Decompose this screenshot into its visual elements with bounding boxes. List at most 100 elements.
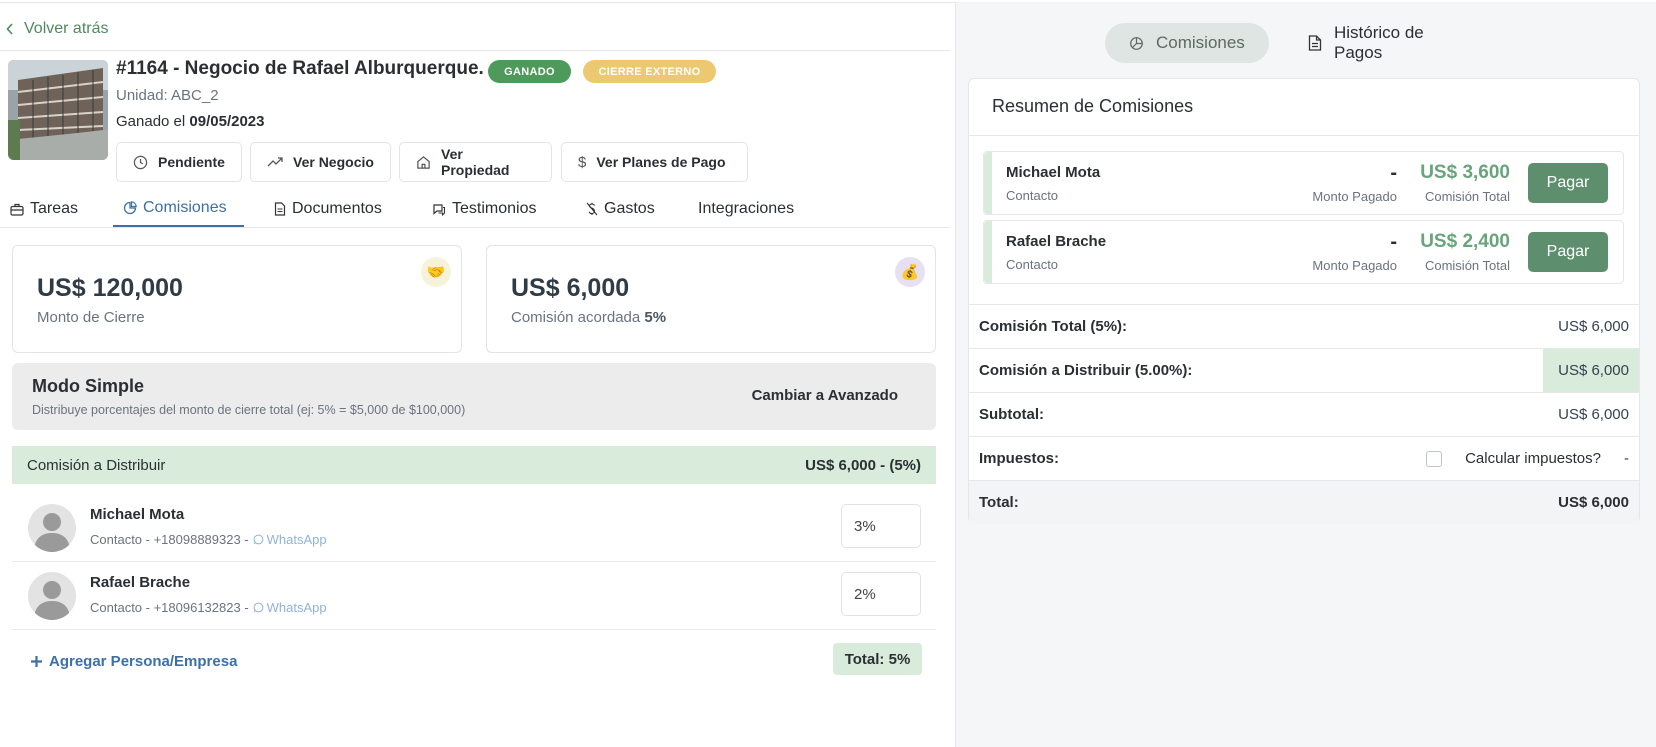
top-divider bbox=[0, 2, 955, 3]
pay-button[interactable]: Pagar bbox=[1528, 232, 1608, 272]
payee-total-label: Comisión Total bbox=[1424, 258, 1510, 273]
total-commission-value: US$ 6,000 bbox=[1558, 318, 1629, 335]
agreed-commission-value: US$ 6,000 bbox=[511, 274, 630, 302]
view-payment-plans-button[interactable]: $ Ver Planes de Pago bbox=[561, 142, 748, 182]
view-deal-button-label: Ver Negocio bbox=[293, 154, 374, 170]
summary-row-to-distribute: Comisión a Distribuir (5.00%): US$ 6,000 bbox=[969, 348, 1639, 392]
person-contact-phone: Contacto - +18096132823 - bbox=[90, 600, 249, 615]
subtotal-value: US$ 6,000 bbox=[1558, 406, 1629, 423]
view-payment-plans-button-label: Ver Planes de Pago bbox=[596, 154, 726, 170]
deal-title: #1164 - Negocio de Rafael Alburquerque. bbox=[116, 58, 484, 79]
payee-accent-bar bbox=[984, 152, 992, 214]
person-name: Rafael Brache bbox=[90, 574, 191, 591]
status-badge-external: CIERRE EXTERNO bbox=[583, 60, 716, 83]
header-divider bbox=[0, 50, 950, 51]
payee-paid-label: Monto Pagado bbox=[1312, 189, 1397, 204]
whatsapp-label: WhatsApp bbox=[266, 600, 327, 615]
percent-input[interactable] bbox=[841, 504, 921, 548]
trending-up-icon bbox=[267, 156, 283, 168]
taxes-label: Impuestos: bbox=[979, 450, 1060, 467]
tab-documents[interactable]: Documentos bbox=[274, 190, 382, 228]
payee-total-commission: US$ 3,600 bbox=[1420, 162, 1510, 183]
tab-right-commissions-label: Comisiones bbox=[1156, 33, 1245, 52]
tab-testimonials[interactable]: Testimonios bbox=[432, 190, 536, 228]
agreed-commission-label: Comisión acordada bbox=[511, 309, 641, 326]
tab-expenses-label: Gastos bbox=[604, 200, 655, 217]
whatsapp-link[interactable]: WhatsApp bbox=[253, 600, 327, 615]
closing-amount-card: US$ 120,000 Monto de Cierre 🤝 bbox=[12, 245, 462, 353]
avatar bbox=[28, 504, 76, 552]
mode-title: Modo Simple bbox=[32, 376, 144, 396]
avatar bbox=[28, 572, 76, 620]
add-person-label: Agregar Persona/Empresa bbox=[49, 653, 238, 670]
person-meta: Contacto - +18098889323 - WhatsApp bbox=[90, 532, 327, 547]
pay-button[interactable]: Pagar bbox=[1528, 163, 1608, 203]
plus-icon bbox=[30, 655, 43, 668]
calculate-taxes-checkbox[interactable] bbox=[1426, 450, 1442, 467]
won-date: 09/05/2023 bbox=[189, 113, 265, 130]
view-property-button[interactable]: Ver Propiedad bbox=[399, 142, 552, 182]
tab-tasks[interactable]: Tareas bbox=[10, 190, 78, 228]
pie-chart-icon bbox=[1129, 36, 1144, 51]
pending-button[interactable]: Pendiente bbox=[116, 142, 242, 182]
view-property-button-label: Ver Propiedad bbox=[441, 146, 510, 178]
summary-title: Resumen de Comisiones bbox=[992, 96, 1194, 116]
document-icon bbox=[1308, 35, 1322, 51]
subtotal-label: Subtotal: bbox=[979, 406, 1044, 423]
handshake-icon: 🤝 bbox=[421, 257, 451, 287]
pending-button-label: Pendiente bbox=[158, 154, 225, 170]
payee-paid-amount: - bbox=[1390, 231, 1397, 253]
clock-icon bbox=[133, 155, 148, 170]
person-contact-phone: Contacto - +18098889323 - bbox=[90, 532, 249, 547]
distribution-value: US$ 6,000 - (5%) bbox=[805, 456, 921, 474]
tab-tasks-label: Tareas bbox=[30, 200, 79, 217]
briefcase-icon bbox=[10, 203, 24, 216]
switch-to-advanced-button[interactable]: Cambiar a Avanzado bbox=[752, 387, 898, 404]
add-person-button[interactable]: Agregar Persona/Empresa bbox=[30, 653, 237, 670]
payee-accent-bar bbox=[984, 221, 992, 283]
closing-amount-label: Monto de Cierre bbox=[37, 309, 145, 326]
payee-paid-label: Monto Pagado bbox=[1312, 258, 1397, 273]
agreed-commission-percent: 5% bbox=[644, 309, 667, 326]
payee-row: Michael Mota Contacto - Monto Pagado US$… bbox=[983, 151, 1624, 215]
person-row: Rafael Brache Contacto - +18096132823 - … bbox=[12, 562, 936, 630]
chevron-left-icon bbox=[6, 23, 14, 35]
agreed-commission-label-line: Comisión acordada 5% bbox=[511, 309, 666, 326]
person-row: Michael Mota Contacto - +18098889323 - W… bbox=[12, 494, 936, 562]
tab-bar: Tareas Comisiones Documentos Testimonios… bbox=[0, 190, 950, 228]
tab-integrations[interactable]: Integraciones bbox=[698, 190, 794, 228]
payee-type: Contacto bbox=[1006, 257, 1059, 272]
tab-payment-history-label: Histórico de Pagos bbox=[1334, 23, 1424, 62]
person-meta: Contacto - +18096132823 - WhatsApp bbox=[90, 600, 327, 615]
calculate-taxes-label: Calcular impuestos? bbox=[1465, 450, 1601, 467]
distribution-header: Comisión a Distribuir US$ 6,000 - (5%) bbox=[12, 446, 936, 484]
payee-row: Rafael Brache Contacto - Monto Pagado US… bbox=[983, 220, 1624, 284]
tab-documents-label: Documentos bbox=[292, 200, 382, 217]
chat-icon bbox=[432, 203, 446, 216]
home-icon bbox=[416, 155, 431, 170]
person-name: Michael Mota bbox=[90, 506, 185, 523]
back-link[interactable]: Volver atrás bbox=[6, 20, 108, 38]
summary-row-subtotal: Subtotal: US$ 6,000 bbox=[969, 392, 1639, 436]
tabs-divider bbox=[0, 227, 950, 228]
whatsapp-icon bbox=[253, 602, 264, 613]
percent-input[interactable] bbox=[841, 572, 921, 616]
tab-commissions-label: Comisiones bbox=[143, 198, 227, 216]
whatsapp-link[interactable]: WhatsApp bbox=[253, 532, 327, 547]
tab-payment-history[interactable]: Histórico de Pagos bbox=[1290, 23, 1490, 63]
won-date-prefix: Ganado el bbox=[116, 113, 186, 130]
tab-expenses[interactable]: Gastos bbox=[586, 190, 655, 228]
total-commission-label: Comisión Total (5%): bbox=[979, 318, 1128, 335]
mode-description: Distribuye porcentajes del monto de cier… bbox=[32, 403, 466, 417]
tab-integrations-label: Integraciones bbox=[698, 200, 795, 217]
status-badge-won: GANADO bbox=[488, 60, 571, 83]
view-deal-button[interactable]: Ver Negocio bbox=[250, 142, 391, 182]
tab-right-commissions[interactable]: Comisiones bbox=[1105, 23, 1269, 63]
payee-name: Michael Mota bbox=[1006, 164, 1101, 181]
summary-row-taxes: Impuestos: Calcular impuestos? - bbox=[969, 436, 1639, 480]
pie-chart-icon bbox=[123, 200, 137, 215]
agreed-commission-card: US$ 6,000 Comisión acordada 5% 💰 bbox=[486, 245, 936, 353]
dollar-icon: $ bbox=[578, 153, 587, 171]
to-distribute-label: Comisión a Distribuir (5.00%): bbox=[979, 362, 1193, 379]
tab-commissions[interactable]: Comisiones bbox=[113, 190, 244, 228]
